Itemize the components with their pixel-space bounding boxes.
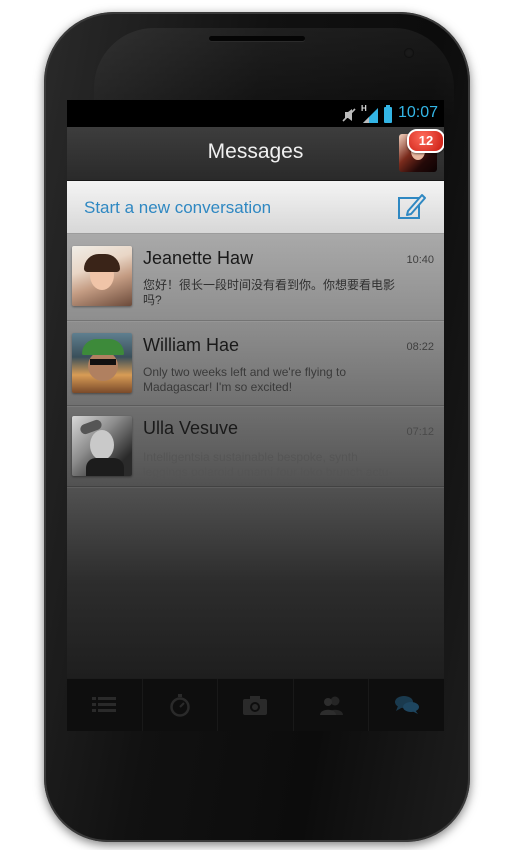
contact-name: Ulla Vesuve (143, 418, 239, 438)
signal-icon (363, 108, 378, 123)
status-icons: H (342, 104, 392, 123)
app-header: Messages 12 (67, 127, 444, 181)
conversation-list: Jeanette Haw 10:40 您好！很长一段时间没有看到你。你想要看电影… (67, 234, 444, 730)
signal-wrapper: H (361, 104, 379, 123)
earpiece-speaker (209, 36, 305, 41)
bottom-tab-bar (67, 678, 444, 731)
message-time: 07:12 (406, 426, 434, 438)
conversation-row[interactable]: Jeanette Haw 10:40 您好！很长一段时间没有看到你。你想要看电影… (67, 234, 444, 321)
new-conversation-label: Start a new conversation (84, 198, 272, 217)
tab-messages[interactable] (369, 679, 444, 731)
tab-camera[interactable] (218, 679, 294, 731)
tab-stopwatch[interactable] (143, 679, 219, 731)
mute-icon (342, 108, 356, 122)
contact-avatar (72, 416, 132, 476)
contact-avatar (72, 333, 132, 393)
message-preview: Intelligentsia sustainable bespoke, synt… (143, 450, 393, 479)
contacts-icon (320, 696, 344, 715)
screen: H 10:07 Messages 12 Start a new conversa… (67, 100, 444, 730)
contact-name: William Hae (143, 335, 240, 355)
front-camera (404, 48, 414, 58)
stopwatch-icon (170, 694, 190, 717)
tab-list[interactable] (67, 679, 143, 731)
list-icon (92, 697, 117, 712)
message-preview: Only two weeks left and we're flying to … (143, 365, 347, 394)
camera-icon (243, 696, 268, 715)
page-title: Messages (207, 140, 304, 163)
contact-name: Jeanette Haw (143, 248, 254, 268)
conversation-row[interactable]: Ulla Vesuve 07:12 Intelligentsia sustain… (67, 406, 444, 487)
message-preview: 您好！很长一段时间没有看到你。你想要看电影吗? (143, 278, 396, 307)
contact-avatar (72, 246, 132, 306)
message-time: 10:40 (406, 254, 434, 266)
new-conversation-button[interactable]: Start a new conversation (67, 181, 444, 234)
status-time: 10:07 (397, 104, 438, 121)
notification-badge: 12 (407, 129, 444, 153)
chat-bubbles-icon (394, 696, 419, 714)
conversation-row[interactable]: William Hae 08:22 Only two weeks left an… (67, 321, 444, 406)
tab-contacts[interactable] (294, 679, 370, 731)
message-time: 08:22 (406, 341, 434, 353)
profile-avatar-button[interactable]: 12 (399, 129, 444, 172)
compose-icon[interactable] (397, 192, 427, 222)
battery-icon (384, 105, 392, 123)
status-bar: H 10:07 (67, 100, 444, 127)
